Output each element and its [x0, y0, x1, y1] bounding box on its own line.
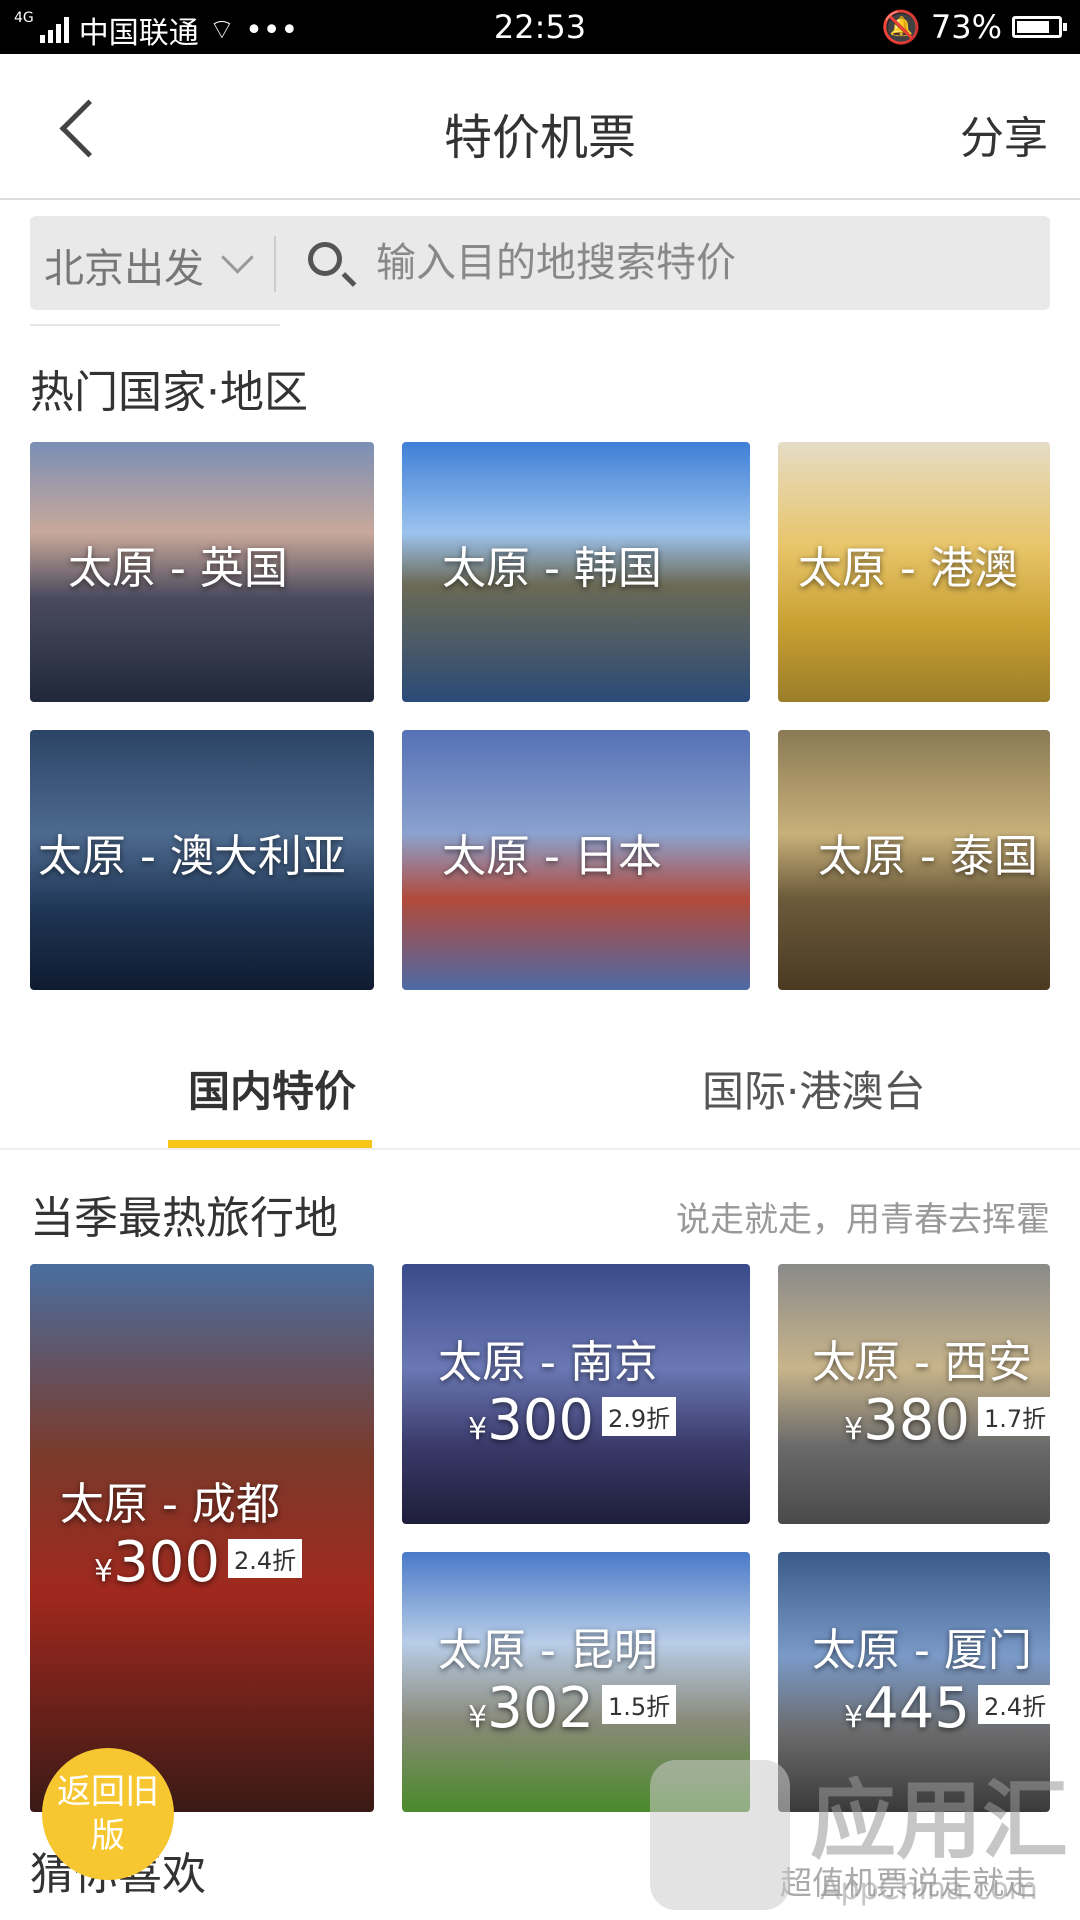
- discount-badge: 2.4折: [227, 1539, 303, 1578]
- page-title: 特价机票: [443, 110, 636, 166]
- status-bar: 4G 中国联通 ⌔ ••• 22:53 🔕 73%: [0, 0, 1080, 54]
- active-tab-indicator: [168, 1140, 372, 1148]
- divider: [30, 324, 280, 326]
- divider: [274, 236, 276, 292]
- destination-search-input[interactable]: [374, 234, 1038, 292]
- search-icon: [308, 242, 342, 276]
- discount-badge: 2.9折: [601, 1397, 677, 1436]
- price: ¥300 2.4折: [94, 1530, 303, 1595]
- search-bar: 北京出发: [30, 216, 1050, 310]
- region-card-label: 太原 - 英国: [68, 543, 288, 594]
- price: ¥300 2.9折: [468, 1388, 677, 1453]
- watermark-text: 应用汇: [810, 1771, 1068, 1871]
- region-card-label: 太原 - 日本: [442, 831, 662, 882]
- price: ¥380 1.7折: [844, 1388, 1050, 1453]
- mute-bell-icon: 🔕: [881, 8, 921, 46]
- chevron-down-icon[interactable]: [221, 241, 254, 274]
- region-card-label: 太原 - 韩国: [442, 543, 662, 594]
- discount-badge: 1.7折: [977, 1397, 1050, 1436]
- region-card-japan[interactable]: 太原 - 日本: [402, 730, 750, 990]
- tab-domestic[interactable]: 国内特价: [188, 1058, 356, 1119]
- return-old-version-button[interactable]: 返回旧版: [42, 1748, 174, 1880]
- region-card-hk-macau[interactable]: 太原 - 港澳: [778, 442, 1050, 702]
- discount-badge: 2.4折: [977, 1685, 1050, 1724]
- share-button[interactable]: 分享: [960, 102, 1048, 166]
- season-subtitle: 说走就走，用青春去挥霍: [676, 1200, 1050, 1240]
- tab-international[interactable]: 国际·港澳台: [702, 1058, 925, 1119]
- battery-icon: [1012, 16, 1067, 38]
- destination-card-nanjing[interactable]: 太原 - 南京 ¥300 2.9折: [402, 1264, 750, 1524]
- watermark: 应用汇 AppChina.com: [650, 1740, 1070, 1920]
- region-card-thailand[interactable]: 太原 - 泰国: [778, 730, 1050, 990]
- route-label: 太原 - 昆明: [438, 1625, 658, 1676]
- route-label: 太原 - 西安: [812, 1337, 1032, 1388]
- destination-card-chengdu[interactable]: 太原 - 成都 ¥300 2.4折: [30, 1264, 374, 1812]
- status-right: 🔕 73%: [881, 8, 1067, 46]
- destination-card-xian[interactable]: 太原 - 西安 ¥380 1.7折: [778, 1264, 1050, 1524]
- watermark-logo: [650, 1760, 790, 1910]
- battery-percent: 73%: [930, 8, 1002, 46]
- region-card-australia[interactable]: 太原 - 澳大利亚: [30, 730, 374, 990]
- route-label: 太原 - 成都: [60, 1479, 280, 1530]
- price: ¥302 1.5折: [468, 1676, 677, 1741]
- region-card-label: 太原 - 泰国: [818, 831, 1038, 882]
- route-label: 太原 - 南京: [438, 1337, 658, 1388]
- region-card-korea[interactable]: 太原 - 韩国: [402, 442, 750, 702]
- region-card-label: 太原 - 澳大利亚: [38, 831, 346, 882]
- season-title: 当季最热旅行地: [30, 1193, 338, 1244]
- route-label: 太原 - 厦门: [812, 1625, 1032, 1676]
- hot-regions-title: 热门国家·地区: [30, 367, 308, 418]
- departure-city-selector[interactable]: 北京出发: [44, 236, 204, 294]
- divider: [0, 1148, 1080, 1150]
- discount-badge: 1.5折: [601, 1685, 677, 1724]
- nav-bar: 特价机票 分享: [0, 54, 1080, 200]
- region-card-uk[interactable]: 太原 - 英国: [30, 442, 374, 702]
- region-card-label: 太原 - 港澳: [798, 543, 1018, 594]
- watermark-subtext: AppChina.com: [820, 1872, 1038, 1907]
- price: ¥445 2.4折: [844, 1676, 1050, 1741]
